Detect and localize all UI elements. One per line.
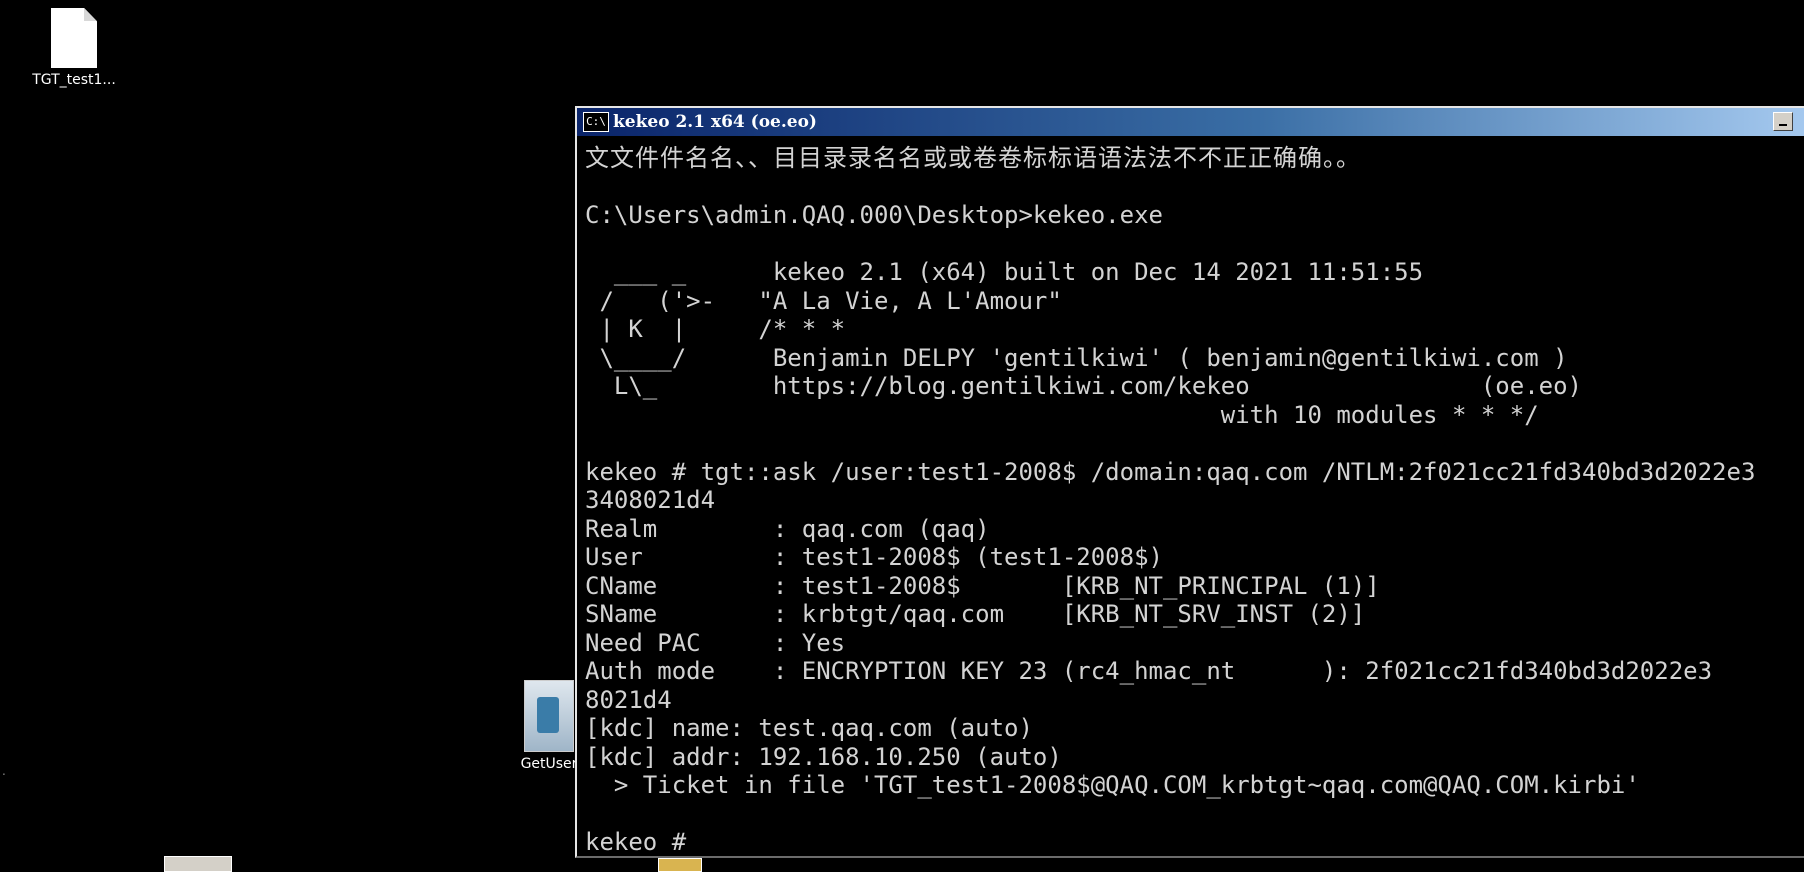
console-line: with 10 modules * * */ [585,400,1539,429]
desktop-icon-label: GetUser [520,756,578,772]
console-window[interactable]: C:\ kekeo 2.1 x64 (oe.eo) 文文件件名名、、目目录录名名… [575,106,1804,858]
file-icon [51,8,97,68]
console-line: SName : krbtgt/qaq.com [KRB_NT_SRV_INST … [585,600,1366,628]
app-icon [524,680,574,752]
console-icon: C:\ [583,112,609,132]
console-prompt[interactable]: kekeo # [585,828,1804,856]
console-output[interactable]: 文文件件名名、、目目录录名名或或卷卷标标语语法法不不正正确确。。 C:\User… [577,136,1804,856]
desktop-icon-label: TGT_test1... [32,72,116,88]
console-line: [kdc] name: test.qaq.com (auto) [585,714,1033,742]
console-line: | K | /* * * [585,315,846,343]
minimize-button[interactable] [1773,112,1793,131]
console-line: C:\Users\admin.QAQ.000\Desktop>kekeo.exe [585,201,1163,229]
desktop-dot: . [2,764,6,778]
console-line: [kdc] addr: 192.168.10.250 (auto) [585,742,1062,771]
title-bar[interactable]: C:\ kekeo 2.1 x64 (oe.eo) [577,108,1804,136]
console-line: CName : test1-2008$ [KRB_NT_PRINCIPAL (1… [585,571,1380,600]
console-line: 文文件件名名、、目目录录名名或或卷卷标标语语法法不不正正确确。。 [585,144,1361,172]
console-line: 8021d4 [585,685,672,714]
console-line: > Ticket in file 'TGT_test1-2008$@QAQ.CO… [585,771,1640,799]
desktop-file-tgt[interactable]: TGT_test1... [14,8,134,88]
window-title: kekeo 2.1 x64 (oe.eo) [613,112,817,132]
console-line: 3408021d4 [585,486,716,514]
console-line: \____/ Benjamin DELPY 'gentilkiwi' ( ben… [585,343,1568,372]
console-line: / ('>- "A La Vie, A L'Amour" [585,286,1062,315]
console-line: Realm : qaq.com (qaq) [585,514,990,543]
console-line: User : test1-2008$ (test1-2008$) [585,543,1163,571]
console-line: kekeo # tgt::ask /user:test1-2008$ /doma… [585,457,1756,486]
desktop-app-getuser[interactable]: GetUser [514,680,584,772]
console-line: L\_ https://blog.gentilkiwi.com/kekeo (o… [585,372,1582,400]
console-line: Need PAC : Yes [585,628,846,657]
console-line: Auth mode : ENCRYPTION KEY 23 (rc4_hmac_… [585,657,1713,685]
console-line: ___ _ kekeo 2.1 (x64) built on Dec 14 20… [585,258,1424,286]
